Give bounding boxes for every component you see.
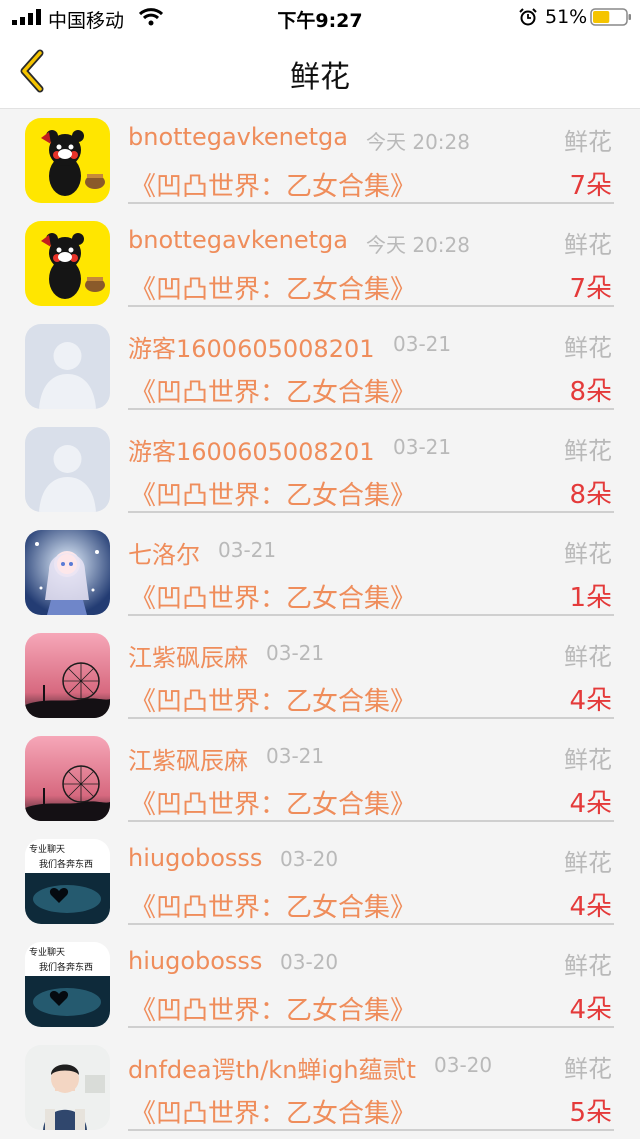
flower-count: 4朵 (569, 995, 612, 1025)
row-divider (128, 305, 614, 307)
flower-count: 8朵 (569, 377, 612, 407)
row-divider (128, 202, 614, 204)
status-bar: 中国移动 下午9:27 51% (0, 0, 640, 34)
avatar[interactable] (25, 221, 110, 306)
navigation-bar: 鲜花 (0, 34, 640, 109)
book-title-link[interactable]: 《凹凸世界：乙女合集》 (130, 990, 416, 1027)
user-name[interactable]: 江紫砜辰麻 (128, 638, 248, 673)
gift-type-label: 鲜花 (564, 231, 612, 259)
row-divider (128, 717, 614, 719)
avatar[interactable] (25, 530, 110, 615)
alarm-icon (519, 8, 537, 26)
battery-percent: 51% (545, 6, 588, 28)
avatar[interactable] (25, 118, 110, 203)
user-name[interactable]: hiugobosss (128, 844, 262, 872)
gift-date: 今天 20:28 (366, 233, 470, 257)
gift-type-label: 鲜花 (564, 437, 612, 465)
gift-date: 03-21 (266, 744, 325, 768)
gift-date: 03-21 (266, 641, 325, 665)
row-divider (128, 820, 614, 822)
flower-count: 4朵 (569, 686, 612, 716)
book-title-link[interactable]: 《凹凸世界：乙女合集》 (130, 1093, 416, 1130)
gift-type-label: 鲜花 (564, 643, 612, 671)
flower-count: 8朵 (569, 480, 612, 510)
page-title: 鲜花 (290, 60, 350, 95)
row-divider (128, 1026, 614, 1028)
list-item[interactable]: 游客1600605008201 03-21 鲜花《凹凸世界：乙女合集》 8朵 (0, 315, 640, 418)
list-item[interactable]: bnottegavkenetga 今天 20:28 鲜花《凹凸世界：乙女合集》 7朵 (0, 109, 640, 212)
flower-count: 7朵 (569, 274, 612, 304)
flower-gift-list: bnottegavkenetga 今天 20:28 鲜花 《凹凸世界：乙女合集》 7朵 b… (0, 109, 640, 1139)
gift-date: 03-20 (280, 847, 339, 871)
row-divider (128, 1129, 614, 1131)
svg-text:我们各奔东西: 我们各奔东西 (39, 858, 93, 870)
avatar[interactable]: 专业聊天我们各奔东西 (25, 942, 110, 1027)
list-item[interactable]: 专业聊天我们各奔东西 hiugobosss 03-20 鲜花《凹凸世界：乙女合集》 4朵 (0, 830, 640, 933)
gift-type-label: 鲜花 (564, 334, 612, 362)
user-name[interactable]: 江紫砜辰麻 (128, 741, 248, 776)
list-item[interactable]: 游客1600605008201 03-21 鲜花《凹凸世界：乙女合集》 8朵 (0, 418, 640, 521)
avatar[interactable] (25, 427, 110, 512)
flower-count: 5朵 (569, 1098, 612, 1128)
gift-date: 03-21 (393, 332, 452, 356)
svg-text:专业聊天: 专业聊天 (29, 843, 65, 855)
book-title-link[interactable]: 《凹凸世界：乙女合集》 (130, 578, 416, 615)
user-name[interactable]: bnottegavkenetga (128, 226, 348, 254)
gift-date: 今天 20:28 (366, 130, 470, 154)
user-name[interactable]: 游客1600605008201 (128, 432, 375, 467)
svg-text:专业聊天: 专业聊天 (29, 946, 65, 958)
row-divider (128, 511, 614, 513)
user-name[interactable]: dnfdea谔th/kn蝉igh蕴贰t (128, 1050, 416, 1085)
user-name[interactable]: hiugobosss (128, 947, 262, 975)
list-item[interactable]: 七洛尔 03-21 鲜花《凹凸世界：乙女合集》 1朵 (0, 521, 640, 624)
list-item[interactable]: bnottegavkenetga 今天 20:28 鲜花《凹凸世界：乙女合集》 7朵 (0, 212, 640, 315)
avatar[interactable] (25, 1045, 110, 1130)
status-time: 下午9:27 (277, 10, 363, 32)
list-item[interactable]: dnfdea谔th/kn蝉igh蕴贰t 03-20 鲜花《凹凸世界：乙女合集》 5朵 (0, 1036, 640, 1139)
flower-count: 4朵 (569, 892, 612, 922)
book-title-link[interactable]: 《凹凸世界：乙女合集》 (130, 475, 416, 512)
flower-count: 4朵 (569, 789, 612, 819)
gift-type-label: 鲜花 (564, 746, 612, 774)
gift-type-label: 鲜花 (564, 952, 612, 980)
book-title-link[interactable]: 《凹凸世界：乙女合集》 (130, 784, 416, 821)
gift-type-label: 鲜花 (564, 540, 612, 568)
gift-type-label: 鲜花 (564, 849, 612, 877)
gift-date: 03-20 (280, 950, 339, 974)
gift-date: 03-21 (218, 538, 277, 562)
book-title-link[interactable]: 《凹凸世界：乙女合集》 (130, 269, 416, 306)
book-title-link[interactable]: 《凹凸世界：乙女合集》 (130, 681, 416, 718)
list-item[interactable]: 江紫砜辰麻 03-21 鲜花《凹凸世界：乙女合集》 4朵 (0, 727, 640, 830)
flower-count: 7朵 (569, 171, 612, 201)
gift-date: 03-20 (434, 1053, 493, 1077)
book-title-link[interactable]: 《凹凸世界：乙女合集》 (130, 372, 416, 409)
gift-type-label: 鲜花 (564, 128, 612, 156)
user-name[interactable]: bnottegavkenetga (128, 123, 348, 151)
svg-text:我们各奔东西: 我们各奔东西 (39, 961, 93, 973)
avatar[interactable] (25, 633, 110, 718)
avatar[interactable] (25, 324, 110, 409)
row-divider (128, 614, 614, 616)
list-item[interactable]: 江紫砜辰麻 03-21 鲜花《凹凸世界：乙女合集》 4朵 (0, 624, 640, 727)
list-item[interactable]: 专业聊天我们各奔东西 hiugobosss 03-20 鲜花《凹凸世界：乙女合集》 4朵 (0, 933, 640, 1036)
row-divider (128, 408, 614, 410)
flower-count: 1朵 (569, 583, 612, 613)
book-title-link[interactable]: 《凹凸世界：乙女合集》 (130, 887, 416, 924)
book-title-link[interactable]: 《凹凸世界：乙女合集》 (130, 166, 416, 203)
battery-icon (590, 8, 631, 26)
gift-date: 03-21 (393, 435, 452, 459)
avatar[interactable]: 专业聊天我们各奔东西 (25, 839, 110, 924)
gift-type-label: 鲜花 (564, 1055, 612, 1083)
user-name[interactable]: 七洛尔 (128, 535, 200, 570)
avatar[interactable] (25, 736, 110, 821)
user-name[interactable]: 游客1600605008201 (128, 329, 375, 364)
row-divider (128, 923, 614, 925)
